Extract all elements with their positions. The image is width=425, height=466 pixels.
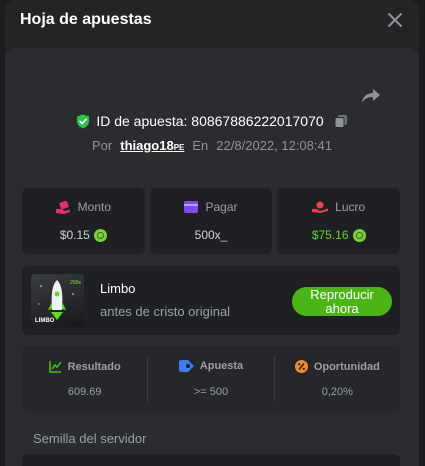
detail-result: Resultado 609.69 [22,346,147,412]
close-button[interactable] [385,10,405,30]
bet-stats: Monto $0.15 Pagar 500x_ Lucro $75.16 [22,188,401,254]
username: thiago18 [120,138,174,153]
coin-icon [352,228,366,242]
money-hand-icon [55,200,70,214]
modal-header: Hoja de apuestas [5,0,419,42]
bet-details-panel: ID de apuesta: 80867886222017070 Por thi… [5,48,419,466]
percent-icon [294,360,308,373]
stat-payout: Pagar 500x_ [149,188,273,254]
stat-payout-label: Pagar [205,200,238,214]
bet-owner-row: Por thiago18PE En 22/8/2022, 12:08:41 [5,138,419,153]
username-suffix: PE [173,143,185,152]
detail-result-value: 609.69 [67,386,102,398]
stat-profit-label: Lucro [335,200,366,214]
share-button[interactable] [360,86,382,106]
copy-button[interactable] [334,114,348,128]
stat-profit: Lucro $75.16 [277,188,401,254]
detail-chance-value: 0,20% [321,386,353,398]
detail-bet-value: >= 500 [193,386,229,398]
bet-datetime: 22/8/2022, 12:08:41 [216,138,332,153]
modal-title: Hoja de apuestas [20,11,152,28]
bet-id-row: ID de apuesta: 80867886222017070 [5,113,419,129]
stat-amount-label: Monto [77,200,112,214]
thumb-label: LIMBO [35,318,55,324]
copy-icon [334,115,347,128]
wallet-icon [184,201,199,213]
server-seed-label: Semilla del servidor [33,431,147,446]
game-name: Limbo [100,281,136,296]
detail-chance-label: Oportunidad [313,360,380,373]
by-label: Por [92,138,113,153]
game-card: 200x LIMBO Limbo antes de cristo origina… [22,266,400,335]
close-icon [388,13,402,27]
bet-id: ID de apuesta: 80867886222017070 [96,113,324,129]
stat-payout-value: 500x_ [194,228,228,242]
detail-bet-label: Apuesta [199,360,244,372]
bet-details-row: Resultado 609.69 Apuesta >= 500 Oportuni… [22,346,400,412]
shield-check-icon [77,114,90,128]
thumb-multiplier: 200x [70,280,81,286]
game-subtitle: antes de cristo original [100,304,231,319]
stat-amount: Monto $0.15 [22,188,145,254]
server-seed-field[interactable] [22,454,400,466]
profit-icon [312,201,329,213]
detail-bet: Apuesta >= 500 [147,356,273,402]
game-thumbnail[interactable]: 200x LIMBO [31,274,84,327]
share-icon [362,89,380,103]
coin-icon [93,228,107,242]
stat-amount-value: $0.15 [59,228,90,242]
bet-sheet-modal: Hoja de apuestas ID de apuesta: 80867886… [5,0,419,466]
stat-profit-value: $75.16 [311,228,349,242]
bet-tag-icon [178,360,194,372]
username-link[interactable]: thiago18PE [120,138,184,153]
detail-chance: Oportunidad 0,20% [273,356,400,402]
detail-result-label: Resultado [67,360,121,373]
play-now-button[interactable]: Reproducir ahora [292,287,392,316]
on-label: En [192,138,209,153]
result-chart-icon [48,361,62,373]
